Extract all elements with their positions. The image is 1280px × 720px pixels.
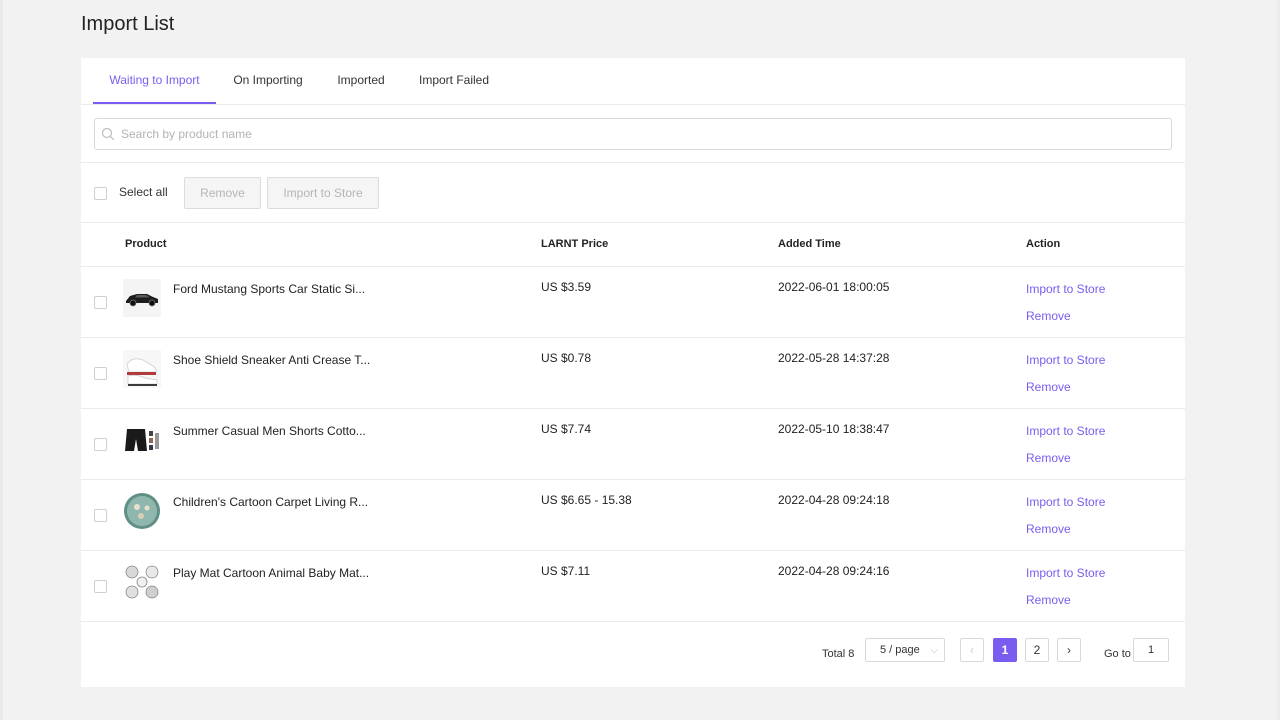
bulk-remove-button[interactable]: Remove [184, 177, 261, 209]
chevron-down-icon: ⌵ [930, 645, 938, 656]
row-checkbox[interactable] [94, 580, 107, 593]
tab-on-importing[interactable]: On Importing [228, 58, 308, 104]
tab-bar: Waiting to Import On Importing Imported … [81, 58, 1185, 105]
table-row: Ford Mustang Sports Car Static Si... US … [81, 267, 1185, 338]
product-name[interactable]: Shoe Shield Sneaker Anti Crease T... [173, 353, 370, 367]
product-name[interactable]: Ford Mustang Sports Car Static Si... [173, 282, 365, 296]
product-price: US $7.11 [541, 564, 591, 578]
page-size-select[interactable]: 5 / page ⌵ [865, 638, 945, 662]
import-to-store-link[interactable]: Import to Store [1026, 424, 1105, 438]
row-checkbox[interactable] [94, 296, 107, 309]
search-input[interactable] [121, 119, 1161, 149]
select-all-label[interactable]: Select all [119, 185, 168, 199]
import-to-store-link[interactable]: Import to Store [1026, 282, 1105, 296]
table-header: Product LARNT Price Added Time Action [81, 223, 1185, 267]
product-thumbnail-sneaker[interactable] [123, 350, 161, 388]
table-row: Summer Casual Men Shorts Cotto... US $7.… [81, 409, 1185, 480]
tab-import-failed[interactable]: Import Failed [414, 58, 494, 104]
goto-label: Go to [1104, 648, 1131, 660]
added-time: 2022-04-28 09:24:18 [778, 493, 890, 507]
page-button-1[interactable]: 1 [993, 638, 1017, 662]
next-page-button[interactable]: › [1057, 638, 1081, 662]
remove-link[interactable]: Remove [1026, 451, 1071, 465]
row-checkbox[interactable] [94, 509, 107, 522]
bulk-import-to-store-button[interactable]: Import to Store [267, 177, 379, 209]
goto-page-input[interactable] [1133, 638, 1169, 662]
product-name[interactable]: Play Mat Cartoon Animal Baby Mat... [173, 566, 369, 580]
added-time: 2022-04-28 09:24:16 [778, 564, 890, 578]
remove-link[interactable]: Remove [1026, 309, 1071, 323]
page-size-value: 5 / page [880, 644, 920, 656]
tab-imported[interactable]: Imported [331, 58, 391, 104]
product-name[interactable]: Children's Cartoon Carpet Living R... [173, 495, 368, 509]
column-header-action: Action [1026, 238, 1061, 250]
pagination-total: Total 8 [822, 648, 855, 660]
remove-link[interactable]: Remove [1026, 593, 1071, 607]
product-thumbnail-shorts[interactable] [123, 421, 161, 459]
product-thumbnail-car[interactable] [123, 279, 161, 317]
column-header-price: LARNT Price [541, 238, 609, 250]
import-to-store-link[interactable]: Import to Store [1026, 566, 1105, 580]
table-row: Play Mat Cartoon Animal Baby Mat... US $… [81, 551, 1185, 622]
search-box [94, 118, 1172, 150]
product-price: US $7.74 [541, 422, 592, 436]
remove-link[interactable]: Remove [1026, 522, 1071, 536]
column-header-product: Product [125, 238, 167, 250]
pagination: Total 8 5 / page ⌵ ‹ 1 2 › Go to [81, 623, 1185, 687]
prev-page-button[interactable]: ‹ [960, 638, 984, 662]
table-row: Shoe Shield Sneaker Anti Crease T... US … [81, 338, 1185, 409]
product-thumbnail-carpet[interactable] [123, 492, 161, 530]
added-time: 2022-05-10 18:38:47 [778, 422, 890, 436]
column-header-added-time: Added Time [778, 238, 841, 250]
table-row: Children's Cartoon Carpet Living R... US… [81, 480, 1185, 551]
import-to-store-link[interactable]: Import to Store [1026, 495, 1105, 509]
tab-waiting-to-import[interactable]: Waiting to Import [93, 58, 216, 104]
bulk-actions-bar: Select all Remove Import to Store [81, 163, 1185, 223]
added-time: 2022-05-28 14:37:28 [778, 351, 890, 365]
page-left-edge [0, 0, 3, 720]
page-button-2[interactable]: 2 [1025, 638, 1049, 662]
row-checkbox[interactable] [94, 367, 107, 380]
remove-link[interactable]: Remove [1026, 380, 1071, 394]
page-title: Import List [81, 13, 175, 35]
import-list-card: Waiting to Import On Importing Imported … [81, 58, 1185, 687]
product-price: US $3.59 [541, 280, 592, 294]
import-to-store-link[interactable]: Import to Store [1026, 353, 1105, 367]
product-thumbnail-play-mat[interactable] [123, 563, 161, 601]
row-checkbox[interactable] [94, 438, 107, 451]
select-all-checkbox[interactable] [94, 187, 107, 200]
product-price: US $6.65 - 15.38 [541, 493, 632, 507]
search-icon [101, 127, 115, 141]
product-name[interactable]: Summer Casual Men Shorts Cotto... [173, 424, 366, 438]
added-time: 2022-06-01 18:00:05 [778, 280, 890, 294]
search-section [81, 105, 1185, 163]
product-price: US $0.78 [541, 351, 592, 365]
